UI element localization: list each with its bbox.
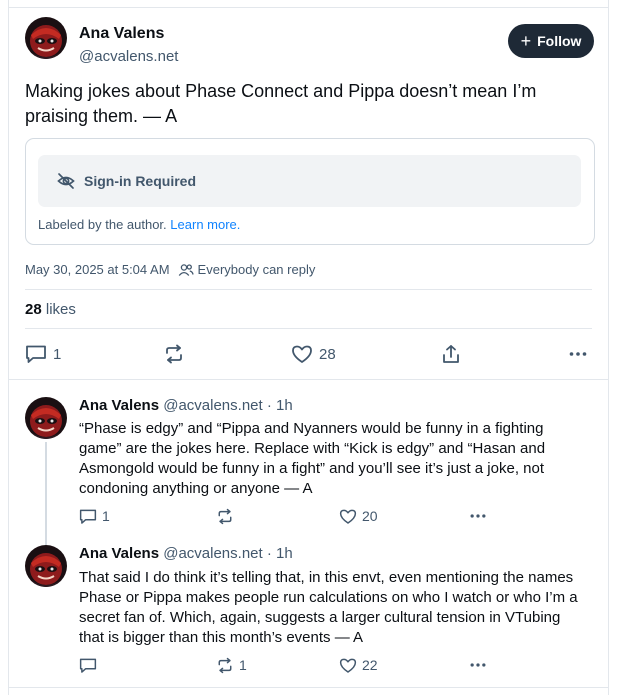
people-icon [178,263,194,277]
divider [9,379,608,380]
like-button[interactable]: 22 [339,655,378,675]
post-meta: May 30, 2025 at 5:04 AM Everybody can re… [25,262,315,277]
post-thread: Ana Valens @acvalens.net + Follow Making… [8,0,609,695]
likes-label: likes [45,301,76,318]
ellipsis-icon [469,507,487,525]
divider [9,687,608,688]
reply-header: Ana Valens @acvalens.net · 1h [79,545,293,562]
divider [25,289,592,290]
reply-button[interactable]: 1 [79,506,110,526]
learn-more-link[interactable]: Learn more. [170,217,240,232]
reply-text: That said I do think it’s telling that, … [79,569,578,646]
repost-button[interactable] [163,342,191,366]
likes-count: 28 [25,301,42,318]
sign-in-required-button[interactable]: Sign-in Required [38,155,581,207]
ellipsis-icon [568,344,588,364]
reply-setting[interactable]: Everybody can reply [178,262,316,277]
reply-button[interactable]: 1 [25,342,61,366]
timestamp[interactable]: May 30, 2025 at 5:04 AM [25,262,170,277]
more-options-button[interactable] [469,655,487,675]
divider [25,328,592,329]
likes-summary[interactable]: 28 likes [25,301,76,318]
repost-button[interactable]: 1 [216,655,247,675]
speech-bubble-icon [79,508,97,525]
repost-arrows-icon [216,508,234,525]
author-name[interactable]: Ana Valens [79,25,164,43]
author-name[interactable]: Ana Valens [79,397,159,414]
thread-connector [45,442,47,545]
reply-header: Ana Valens @acvalens.net · 1h [79,397,293,414]
more-options-button[interactable] [469,506,487,526]
reply-text: “Phase is edgy” and “Pippa and Nyanners … [79,420,546,497]
label-note-text: Labeled by the author. [38,217,167,232]
speech-bubble-icon [25,344,47,364]
reply-button[interactable] [79,655,102,675]
heart-icon [339,508,357,525]
sign-in-required-label: Sign-in Required [84,173,196,189]
author-handle[interactable]: @acvalens.net [163,545,262,562]
label-note: Labeled by the author. Learn more. [38,217,240,232]
divider [9,7,608,8]
author-handle[interactable]: @acvalens.net [163,397,262,414]
avatar[interactable] [25,545,67,587]
follow-button[interactable]: + Follow [508,24,594,58]
repost-arrows-icon [163,344,185,364]
repost-arrows-icon [216,657,234,674]
heart-icon [291,344,313,364]
repost-count: 1 [239,657,247,673]
heart-icon [339,657,357,674]
author-handle[interactable]: @acvalens.net [79,48,178,65]
content-label-card: Sign-in Required Labeled by the author. … [25,138,595,245]
avatar[interactable] [25,397,67,439]
reply-count: 1 [102,508,110,524]
eye-slash-icon [56,171,76,191]
like-button[interactable]: 28 [291,342,336,366]
share-button[interactable] [441,342,461,366]
speech-bubble-icon [79,657,97,674]
like-count: 22 [362,657,378,673]
like-count: 20 [362,508,378,524]
post-text: Making jokes about Phase Connect and Pip… [25,81,537,126]
like-button[interactable]: 20 [339,506,378,526]
repost-button[interactable] [216,506,239,526]
like-count: 28 [319,345,336,363]
avatar[interactable] [25,17,67,59]
post-age[interactable]: · 1h [267,545,293,562]
share-icon [441,344,461,364]
reply-setting-label: Everybody can reply [197,262,316,277]
reply-count: 1 [53,345,62,363]
more-options-button[interactable] [568,342,588,366]
author-name[interactable]: Ana Valens [79,545,159,562]
post-age[interactable]: · 1h [267,397,293,414]
plus-icon: + [520,31,532,51]
ellipsis-icon [469,656,487,674]
follow-label: Follow [537,33,582,49]
